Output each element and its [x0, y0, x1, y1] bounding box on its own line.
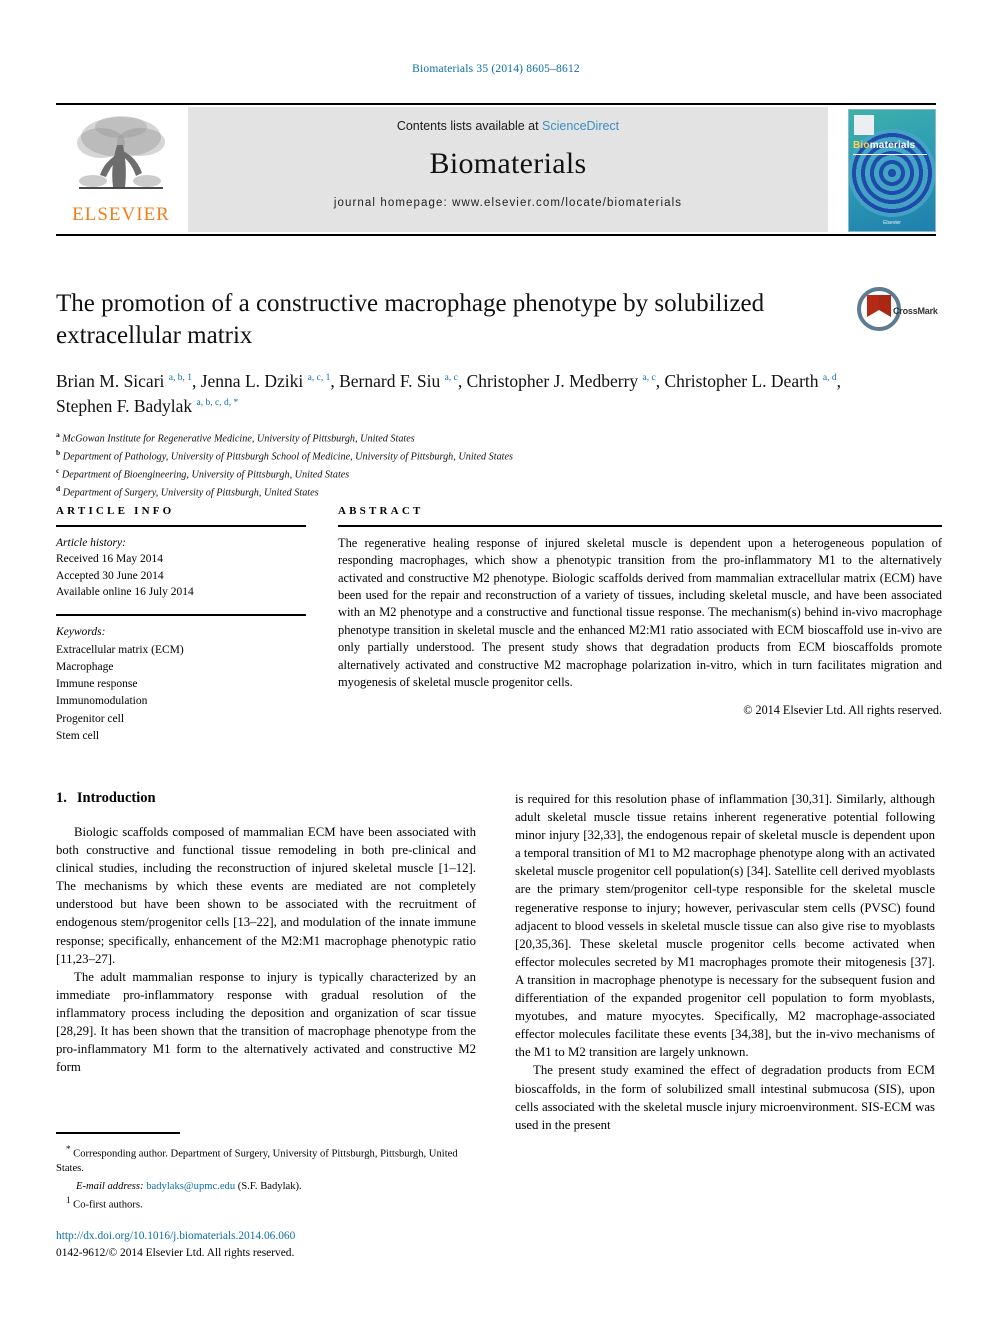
- keyword-item: Macrophage: [56, 660, 114, 673]
- elsevier-logo: ELSEVIER: [62, 109, 180, 231]
- cover-elsevier-mark-icon: [854, 115, 874, 135]
- page-title: The promotion of a constructive macropha…: [56, 290, 765, 349]
- paragraph: Biologic scaffolds composed of mammalian…: [56, 825, 476, 966]
- abstract-column: ABSTRACT The regenerative healing respon…: [338, 505, 942, 718]
- affiliation-text: Department of Surgery, University of Pit…: [62, 487, 319, 499]
- section-title: Introduction: [76, 790, 156, 806]
- section-number: 1.: [56, 790, 67, 806]
- affiliation-label: c: [56, 466, 60, 476]
- contents-available-line: Contents lists available at ScienceDirec…: [188, 119, 828, 133]
- affiliation-text: Department of Pathology, University of P…: [62, 451, 513, 463]
- keywords-block: Keywords: Extracellular matrix (ECM) Mac…: [56, 614, 306, 745]
- abstract-text: The regenerative healing response of inj…: [338, 536, 942, 689]
- cover-brand-rest: materials: [869, 140, 916, 151]
- body-column-right: is required for this resolution phase of…: [515, 790, 935, 1134]
- article-info-column: ARTICLE INFO Article history: Received 1…: [56, 505, 306, 745]
- affiliation-item: d Department of Surgery, University of P…: [56, 483, 846, 501]
- affiliation-item: a McGowan Institute for Regenerative Med…: [56, 429, 846, 447]
- footnote-mark: 1: [66, 1195, 71, 1206]
- masthead-center: Contents lists available at ScienceDirec…: [188, 107, 828, 232]
- abstract-copyright: © 2014 Elsevier Ltd. All rights reserved…: [743, 703, 942, 718]
- affiliation-list: a McGowan Institute for Regenerative Med…: [56, 429, 846, 502]
- affiliation-text: McGowan Institute for Regenerative Medic…: [62, 433, 415, 445]
- asterisk-icon: *: [66, 1143, 71, 1154]
- author-list: Brian M. Sicari a, b, 1, Jenna L. Dziki …: [56, 371, 841, 417]
- abstract-rule: [338, 525, 942, 527]
- journal-title: Biomaterials: [429, 147, 587, 180]
- keyword-item: Immunomodulation: [56, 695, 148, 708]
- elsevier-wordmark: ELSEVIER: [72, 204, 170, 225]
- affiliation-item: c Department of Bioengineering, Universi…: [56, 465, 846, 483]
- article-info-heading: ARTICLE INFO: [56, 505, 175, 517]
- footnote-text: Co-first authors.: [73, 1199, 143, 1211]
- masthead-bottom-rule: [56, 234, 936, 236]
- keyword-item: Progenitor cell: [56, 712, 125, 725]
- contents-prefix: Contents lists available at: [396, 119, 543, 133]
- affiliation-text: Department of Bioengineering, University…: [61, 469, 350, 481]
- cover-brand-prefix: Bio: [853, 140, 870, 151]
- affiliation-label: a: [56, 429, 60, 439]
- body-column-left: 1. Introduction Biologic scaffolds compos…: [56, 790, 476, 1076]
- email-label: E-mail address:: [76, 1180, 144, 1192]
- title-block: The promotion of a constructive macropha…: [56, 288, 846, 502]
- paragraph: is required for this resolution phase of…: [515, 792, 935, 1060]
- article-info-rule: [56, 525, 306, 527]
- journal-cover-thumbnail: Biomaterials Elsevier: [848, 109, 936, 232]
- footnote-corresponding-author: * Corresponding author. Department of Su…: [56, 1143, 476, 1177]
- journal-homepage-link[interactable]: journal homepage: www.elsevier.com/locat…: [188, 197, 828, 209]
- affiliation-label: b: [56, 447, 61, 457]
- publication-footer: http://dx.doi.org/10.1016/j.biomaterials…: [56, 1228, 476, 1261]
- cover-brand-text: Biomaterials: [853, 140, 915, 151]
- article-history-title: Article history:: [56, 537, 126, 549]
- keywords-rule: [56, 614, 306, 617]
- journal-masthead: ELSEVIER Contents lists available at Sci…: [56, 103, 936, 236]
- running-head: Biomaterials 35 (2014) 8605–8612: [412, 63, 580, 75]
- doi-link[interactable]: http://dx.doi.org/10.1016/j.biomaterials…: [56, 1228, 476, 1245]
- crossmark-badge[interactable]: CrossMark: [857, 287, 945, 339]
- cover-footer-text: Elsevier: [883, 220, 901, 226]
- abstract-heading: ABSTRACT: [338, 505, 424, 517]
- history-item: Received 16 May 2014: [56, 553, 163, 566]
- footnote-email: E-mail address: badylaks@upmc.edu (S.F. …: [56, 1179, 476, 1194]
- affiliation-label: d: [56, 484, 61, 494]
- paper-page: Biomaterials 35 (2014) 8605–8612 ELSEVIE…: [0, 0, 992, 1323]
- section-heading-introduction: 1. Introduction: [56, 790, 476, 807]
- article-history: Article history: Received 16 May 2014 Ac…: [56, 535, 306, 600]
- paragraph: The present study examined the effect of…: [515, 1063, 935, 1132]
- email-link[interactable]: badylaks@upmc.edu: [146, 1181, 235, 1192]
- keyword-item: Immune response: [56, 678, 138, 691]
- cover-brand-rule: [853, 154, 927, 155]
- affiliation-item: b Department of Pathology, University of…: [56, 447, 846, 465]
- keywords-title: Keywords:: [56, 626, 106, 639]
- keyword-item: Extracellular matrix (ECM): [56, 643, 184, 656]
- keyword-item: Stem cell: [56, 729, 100, 742]
- footnote-cofirst: 1 Co-first authors.: [56, 1194, 476, 1213]
- paragraph: The adult mammalian response to injury i…: [56, 969, 476, 1075]
- footnote-block: * Corresponding author. Department of Su…: [56, 1132, 476, 1213]
- email-owner: (S.F. Badylak).: [237, 1180, 302, 1192]
- keywords-list: Keywords: Extracellular matrix (ECM) Mac…: [56, 624, 306, 745]
- history-item: Accepted 30 June 2014: [56, 569, 164, 582]
- elsevier-tree-icon: [77, 116, 165, 189]
- footnote-text: Corresponding author. Department of Surg…: [56, 1148, 458, 1175]
- issn-copyright-line: 0142-9612/© 2014 Elsevier Ltd. All right…: [56, 1246, 295, 1259]
- footnote-rule: [56, 1132, 180, 1134]
- masthead-top-rule: [56, 103, 936, 105]
- history-item: Available online 16 July 2014: [56, 585, 194, 598]
- sciencedirect-link[interactable]: ScienceDirect: [542, 119, 619, 133]
- crossmark-label: CrossMark: [893, 306, 938, 316]
